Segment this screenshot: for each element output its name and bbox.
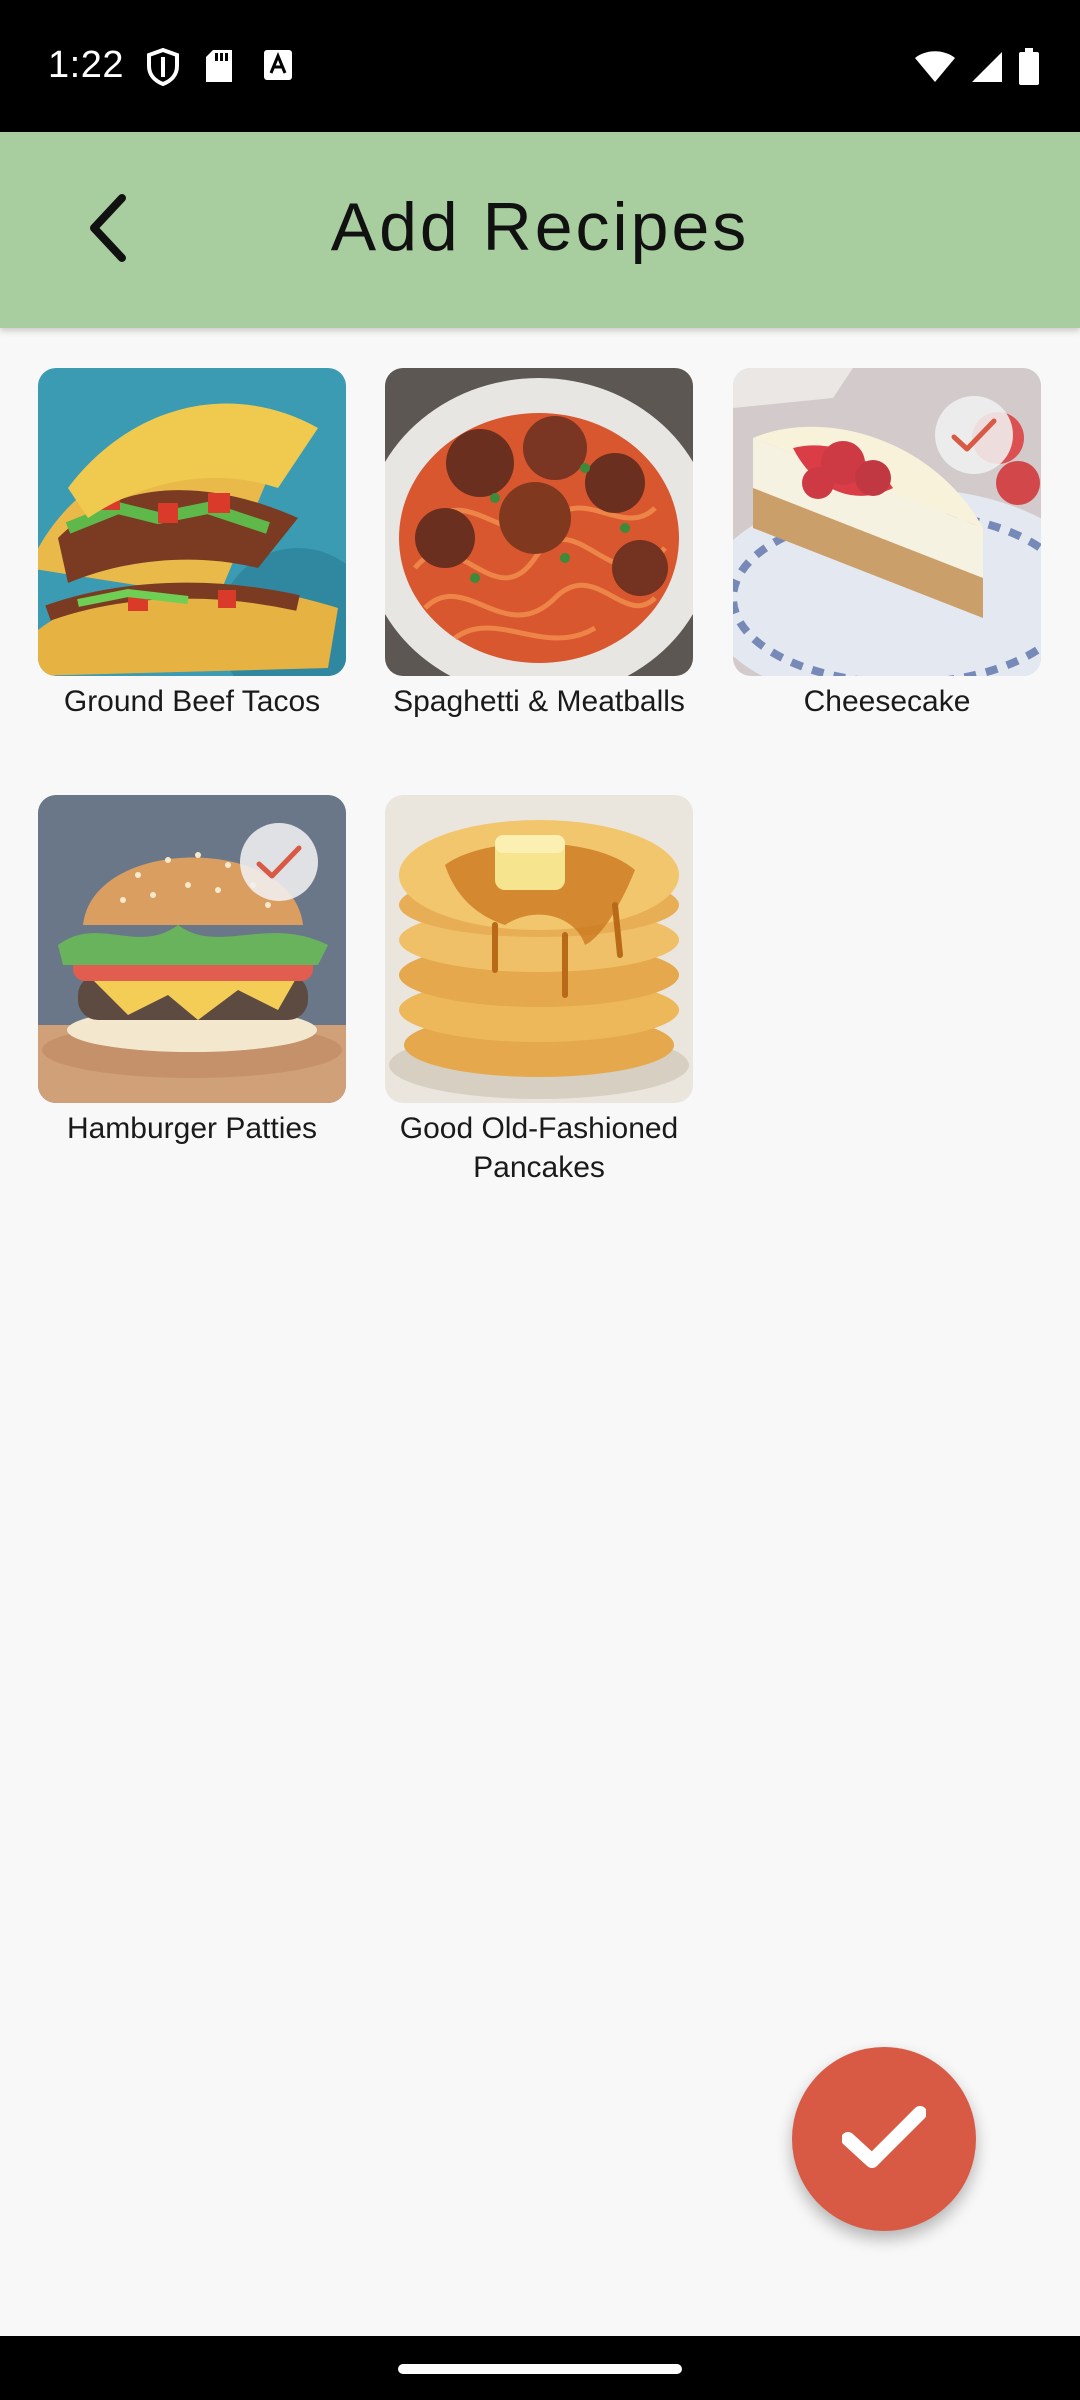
selected-check-icon: [240, 823, 318, 901]
recipe-image-spaghetti: [385, 368, 693, 676]
recipe-label: Good Old-Fashioned Pancakes: [399, 1112, 679, 1184]
recipe-image-pancakes: [385, 795, 693, 1103]
recipe-label: Hamburger Patties: [66, 1112, 318, 1145]
checkmark-icon: [841, 2105, 927, 2174]
recipe-label: Ground Beef Tacos: [63, 685, 321, 718]
recipe-card-spaghetti[interactable]: Spaghetti & Meatballs: [385, 368, 693, 721]
shield-icon: [146, 47, 180, 91]
recipe-card-hamburger[interactable]: Hamburger Patties: [38, 795, 346, 1148]
wifi-icon: [914, 50, 956, 89]
recipe-image-tacos: [38, 368, 346, 676]
recipe-label: Spaghetti & Meatballs: [393, 685, 685, 718]
recipe-card-pancakes[interactable]: Good Old-Fashioned Pancakes: [385, 795, 693, 1187]
home-gesture-handle[interactable]: [398, 2364, 682, 2374]
app-bar: Add Recipes: [0, 132, 1080, 328]
status-bar: 1:22: [0, 0, 1080, 132]
battery-icon: [1018, 48, 1040, 91]
recipe-image-hamburger: [38, 795, 346, 1103]
signal-icon: [970, 50, 1004, 89]
confirm-fab-button[interactable]: [792, 2047, 976, 2231]
recipe-image-cheesecake: [733, 368, 1041, 676]
text-box-icon: [262, 48, 294, 87]
navigation-bar: [0, 2336, 1080, 2400]
recipe-card-cheesecake[interactable]: Cheesecake: [733, 368, 1041, 721]
recipe-label: Cheesecake: [803, 685, 971, 718]
status-time: 1:22: [48, 44, 124, 86]
recipe-card-tacos[interactable]: Ground Beef Tacos: [38, 368, 346, 721]
page-title: Add Recipes: [330, 189, 750, 265]
selected-check-icon: [935, 396, 1013, 474]
sd-card-icon: [204, 48, 234, 89]
